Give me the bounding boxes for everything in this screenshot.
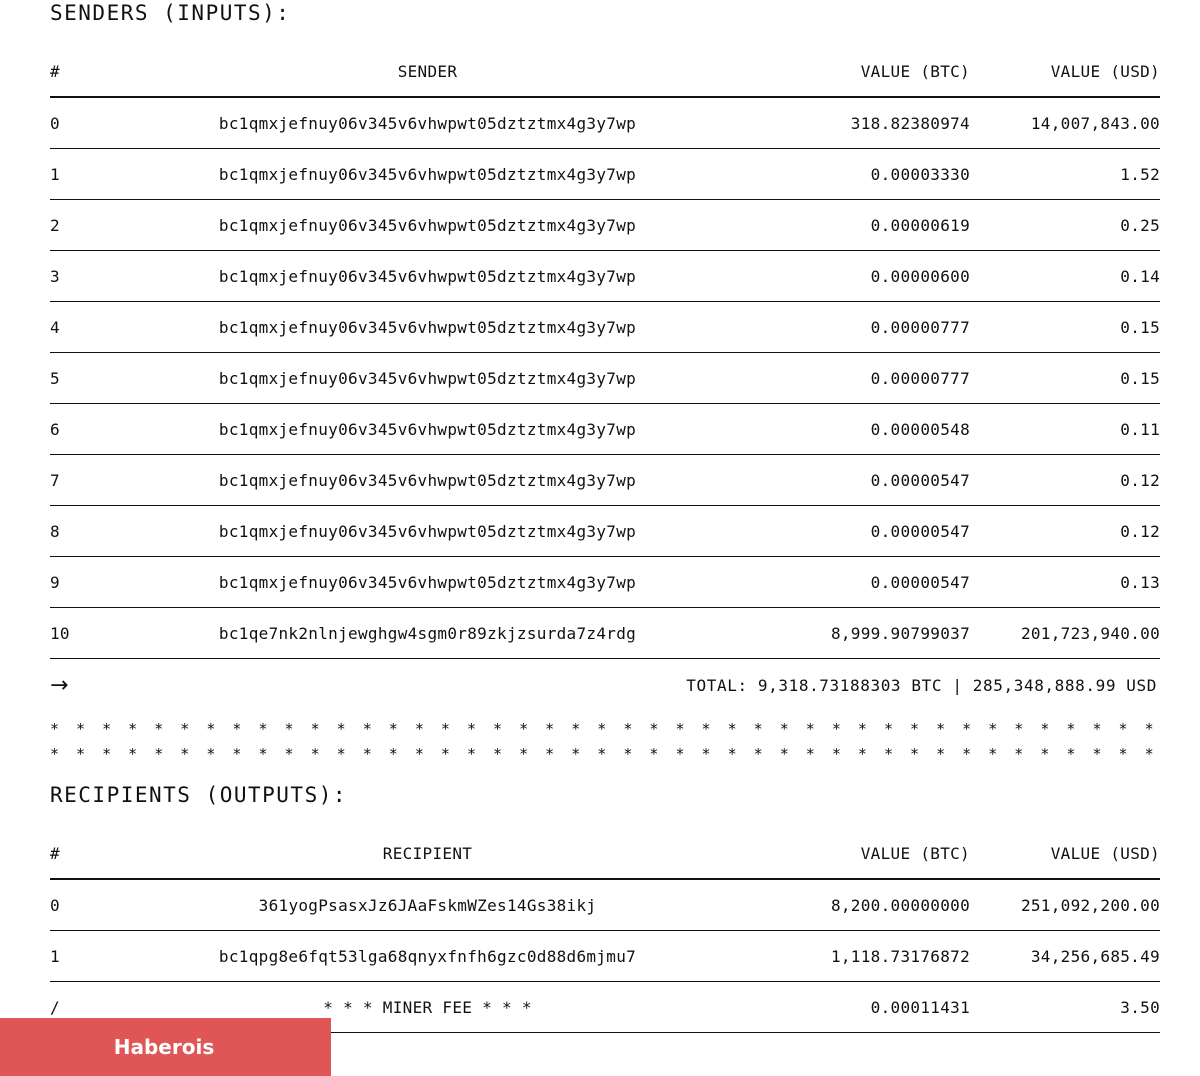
row-value-usd: 0.13: [1120, 572, 1160, 592]
row-value-btc: 0.00000547: [870, 470, 970, 490]
table-row: 0 361yogPsasxJz6JAaFskmWZes14Gs38ikj 8,200…: [50, 880, 1160, 931]
row-value-usd: 14,007,843.00: [1030, 113, 1160, 133]
row-value-btc: 0.00000777: [870, 317, 970, 337]
row-address[interactable]: bc1qmxjefnuy06v345v6vhwpwt05dztztmx4g3y7…: [110, 471, 745, 490]
senders-total-row: → TOTAL: 9,318.73188303 BTC | 285,348,88…: [50, 670, 1160, 700]
row-value-usd: 201,723,940.00: [1020, 623, 1160, 643]
row-value-usd: 0.14: [1120, 266, 1160, 286]
table-row: 4 bc1qmxjefnuy06v345v6vhwpwt05dztztmx4g3y…: [50, 302, 1160, 353]
row-index: 2: [50, 215, 60, 235]
table-row: 1 bc1qpg8e6fqt53lga68qnyxfnfh6gzc0d88d6mj…: [50, 931, 1160, 982]
table-row: 5 bc1qmxjefnuy06v345v6vhwpwt05dztztmx4g3y…: [50, 353, 1160, 404]
row-value-usd: 0.15: [1120, 317, 1160, 337]
row-value-btc: 0.00000600: [870, 266, 970, 286]
senders-header-row: # SENDER VALUE (BTC) VALUE (USD): [50, 46, 1160, 98]
recipients-table: # RECIPIENT VALUE (BTC) VALUE (USD) 0 361…: [50, 828, 1160, 1033]
row-index: 9: [50, 572, 60, 592]
senders-col-index: #: [50, 61, 60, 81]
row-value-usd: 0.15: [1120, 368, 1160, 388]
table-row: 6 bc1qmxjefnuy06v345v6vhwpwt05dztztmx4g3y…: [50, 404, 1160, 455]
row-address[interactable]: bc1qmxjefnuy06v345v6vhwpwt05dztztmx4g3y7…: [110, 267, 745, 286]
row-value-btc: 8,200.00000000: [830, 895, 970, 915]
row-value-btc: 0.00000547: [870, 572, 970, 592]
row-address[interactable]: * * * MINER FEE * * *: [110, 998, 745, 1017]
row-value-btc: 318.82380974: [850, 113, 970, 133]
senders-table: # SENDER VALUE (BTC) VALUE (USD) 0 bc1qmx…: [50, 46, 1160, 659]
row-value-usd: 0.11: [1120, 419, 1160, 439]
row-address[interactable]: bc1qmxjefnuy06v345v6vhwpwt05dztztmx4g3y7…: [110, 420, 745, 439]
recipients-col-btc: VALUE (BTC): [860, 843, 970, 863]
senders-col-sender: SENDER: [397, 61, 458, 81]
row-index: 8: [50, 521, 60, 541]
row-value-usd: 0.25: [1120, 215, 1160, 235]
row-index: 0: [50, 113, 60, 133]
row-value-btc: 0.00000547: [870, 521, 970, 541]
table-row: 1 bc1qmxjefnuy06v345v6vhwpwt05dztztmx4g3y…: [50, 149, 1160, 200]
row-value-usd: 34,256,685.49: [1030, 946, 1160, 966]
separator-line-2: * * * * * * * * * * * * * * * * * * * * …: [50, 745, 1160, 763]
row-address[interactable]: bc1qmxjefnuy06v345v6vhwpwt05dztztmx4g3y7…: [110, 573, 745, 592]
row-value-usd: 0.12: [1120, 470, 1160, 490]
row-address[interactable]: bc1qe7nk2nlnjewghgw4sgm0r89zkjzsurda7z4r…: [110, 624, 745, 643]
row-address[interactable]: bc1qmxjefnuy06v345v6vhwpwt05dztztmx4g3y7…: [110, 369, 745, 388]
row-value-btc: 8,999.90799037: [830, 623, 970, 643]
row-address[interactable]: 361yogPsasxJz6JAaFskmWZes14Gs38ikj: [110, 896, 745, 915]
row-address[interactable]: bc1qmxjefnuy06v345v6vhwpwt05dztztmx4g3y7…: [110, 216, 745, 235]
recipients-header-row: # RECIPIENT VALUE (BTC) VALUE (USD): [50, 828, 1160, 880]
row-address[interactable]: bc1qmxjefnuy06v345v6vhwpwt05dztztmx4g3y7…: [110, 114, 745, 133]
row-value-btc: 0.00011431: [870, 997, 970, 1017]
senders-total: TOTAL: 9,318.73188303 BTC | 285,348,888.…: [686, 675, 1157, 695]
row-value-usd: 3.50: [1120, 997, 1160, 1017]
separator-line-1: * * * * * * * * * * * * * * * * * * * * …: [50, 720, 1160, 738]
arrow-right-icon: →: [50, 672, 69, 698]
row-index: 10: [50, 623, 70, 643]
row-address[interactable]: bc1qmxjefnuy06v345v6vhwpwt05dztztmx4g3y7…: [110, 318, 745, 337]
row-index: 5: [50, 368, 60, 388]
table-row: 3 bc1qmxjefnuy06v345v6vhwpwt05dztztmx4g3y…: [50, 251, 1160, 302]
recipients-col-recipient: RECIPIENT: [382, 843, 473, 863]
table-row: 8 bc1qmxjefnuy06v345v6vhwpwt05dztztmx4g3y…: [50, 506, 1160, 557]
row-address[interactable]: bc1qmxjefnuy06v345v6vhwpwt05dztztmx4g3y7…: [110, 522, 745, 541]
row-value-btc: 0.00003330: [870, 164, 970, 184]
row-index: 6: [50, 419, 60, 439]
row-address[interactable]: bc1qmxjefnuy06v345v6vhwpwt05dztztmx4g3y7…: [110, 165, 745, 184]
row-index: 1: [50, 164, 60, 184]
recipients-title: RECIPIENTS (OUTPUTS):: [50, 783, 348, 807]
row-index: 3: [50, 266, 60, 286]
senders-col-btc: VALUE (BTC): [860, 61, 970, 81]
row-index: /: [50, 997, 60, 1017]
recipients-col-usd: VALUE (USD): [1050, 843, 1160, 863]
row-index: 0: [50, 895, 60, 915]
row-index: 7: [50, 470, 60, 490]
row-value-usd: 0.12: [1120, 521, 1160, 541]
row-value-btc: 0.00000619: [870, 215, 970, 235]
senders-body: 0 bc1qmxjefnuy06v345v6vhwpwt05dztztmx4g3y…: [50, 98, 1160, 659]
row-index: 4: [50, 317, 60, 337]
row-value-btc: 0.00000777: [870, 368, 970, 388]
table-row: 2 bc1qmxjefnuy06v345v6vhwpwt05dztztmx4g3y…: [50, 200, 1160, 251]
row-value-btc: 1,118.73176872: [830, 946, 970, 966]
senders-col-usd: VALUE (USD): [1050, 61, 1160, 81]
table-row: 10 bc1qe7nk2nlnjewghgw4sgm0r89zkjzsurda7z…: [50, 608, 1160, 659]
row-value-usd: 1.52: [1120, 164, 1160, 184]
row-index: 1: [50, 946, 60, 966]
row-value-btc: 0.00000548: [870, 419, 970, 439]
recipients-body: 0 361yogPsasxJz6JAaFskmWZes14Gs38ikj 8,200…: [50, 880, 1160, 1033]
brand-badge: Haberois: [0, 1018, 331, 1076]
recipients-col-index: #: [50, 843, 60, 863]
row-value-usd: 251,092,200.00: [1020, 895, 1160, 915]
senders-title: SENDERS (INPUTS):: [50, 1, 291, 25]
row-address[interactable]: bc1qpg8e6fqt53lga68qnyxfnfh6gzc0d88d6mjm…: [110, 947, 745, 966]
table-row: 9 bc1qmxjefnuy06v345v6vhwpwt05dztztmx4g3y…: [50, 557, 1160, 608]
table-row: 7 bc1qmxjefnuy06v345v6vhwpwt05dztztmx4g3y…: [50, 455, 1160, 506]
table-row: 0 bc1qmxjefnuy06v345v6vhwpwt05dztztmx4g3y…: [50, 98, 1160, 149]
